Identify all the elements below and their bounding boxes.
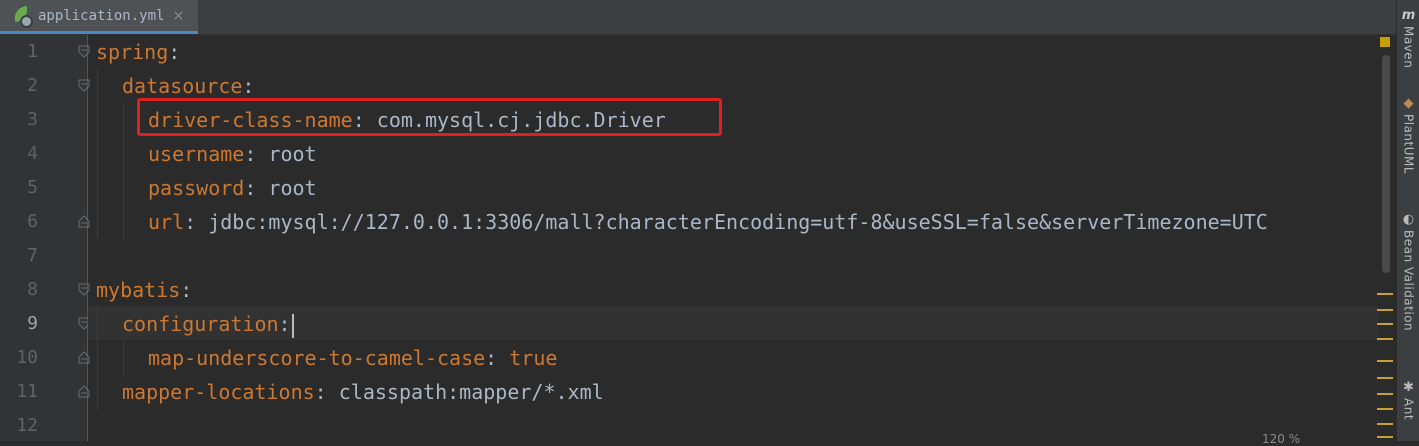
line-number: 11 (16, 381, 38, 402)
error-stripe-marker[interactable] (1377, 436, 1393, 438)
tool-window-label: Maven (1401, 26, 1416, 69)
inspection-status-icon[interactable] (1380, 37, 1390, 47)
line-number: 5 (27, 177, 38, 198)
code-line: map-underscore-to-camel-case: true (148, 346, 558, 370)
tool-window-bean-validation[interactable]: ◐ Bean Validation (1397, 211, 1419, 332)
line-number: 6 (27, 211, 38, 232)
ant-icon: ✱ (1403, 379, 1414, 395)
line-number: 12 (16, 415, 38, 436)
line-number: 1 (27, 41, 38, 62)
tool-window-label: Bean Validation (1401, 230, 1416, 332)
code-line: username: root (148, 142, 317, 166)
error-stripe-marker[interactable] (1377, 408, 1393, 410)
bean-validation-icon: ◐ (1402, 211, 1415, 227)
tool-window-label: Ant (1401, 398, 1416, 421)
error-stripe-marker[interactable] (1377, 423, 1393, 425)
code-line: mapper-locations: classpath:mapper/*.xml (122, 380, 604, 404)
code-editor[interactable]: spring: datasource: driver-class-name: c… (88, 35, 1378, 441)
plantuml-icon: ◆ (1403, 95, 1414, 111)
code-line: spring: (96, 40, 181, 64)
right-tool-window-bar: m Maven ◆ PlantUML ◐ Bean Validation ✱ A… (1396, 0, 1419, 441)
line-number-gutter[interactable]: 1 2 3 4 5 6 7 8 9 10 11 12 (0, 35, 90, 441)
editor-tab-bar: application.yml × (0, 0, 1396, 35)
line-number: 2 (27, 75, 38, 96)
line-number: 4 (27, 143, 38, 164)
text-caret (291, 313, 294, 338)
vertical-scrollbar[interactable] (1382, 55, 1390, 273)
tool-window-label: PlantUML (1401, 114, 1416, 175)
error-stripe-marker[interactable] (1377, 393, 1393, 395)
code-line: password: root (148, 176, 317, 200)
zoom-level: 120 % (1262, 432, 1301, 446)
error-stripe-marker[interactable] (1377, 338, 1393, 340)
error-stripe-marker[interactable] (1377, 377, 1393, 379)
line-number: 7 (27, 245, 38, 266)
close-icon[interactable]: × (172, 8, 184, 24)
line-number: 8 (27, 279, 38, 300)
error-stripe-marker[interactable] (1377, 360, 1393, 362)
code-line: url: jdbc:mysql://127.0.0.1:3306/mall?ch… (148, 210, 1268, 234)
tab-application-yml[interactable]: application.yml × (0, 0, 198, 34)
tab-title: application.yml (38, 7, 165, 24)
maven-icon: m (1401, 7, 1416, 23)
annotation-highlight-box (137, 98, 722, 136)
spring-yaml-file-icon (11, 5, 33, 28)
line-number: 3 (27, 109, 38, 130)
tool-window-ant[interactable]: ✱ Ant (1397, 379, 1419, 421)
error-stripe-marker[interactable] (1377, 293, 1393, 295)
error-stripe-marker[interactable] (1377, 309, 1393, 311)
tool-window-plantuml[interactable]: ◆ PlantUML (1397, 95, 1419, 175)
code-line-current: configuration: (122, 307, 294, 341)
tool-window-maven[interactable]: m Maven (1397, 7, 1419, 69)
code-line: mybatis: (96, 278, 193, 302)
error-stripe-marker[interactable] (1377, 323, 1393, 325)
line-number: 10 (16, 347, 38, 368)
line-number-current: 9 (27, 313, 38, 334)
